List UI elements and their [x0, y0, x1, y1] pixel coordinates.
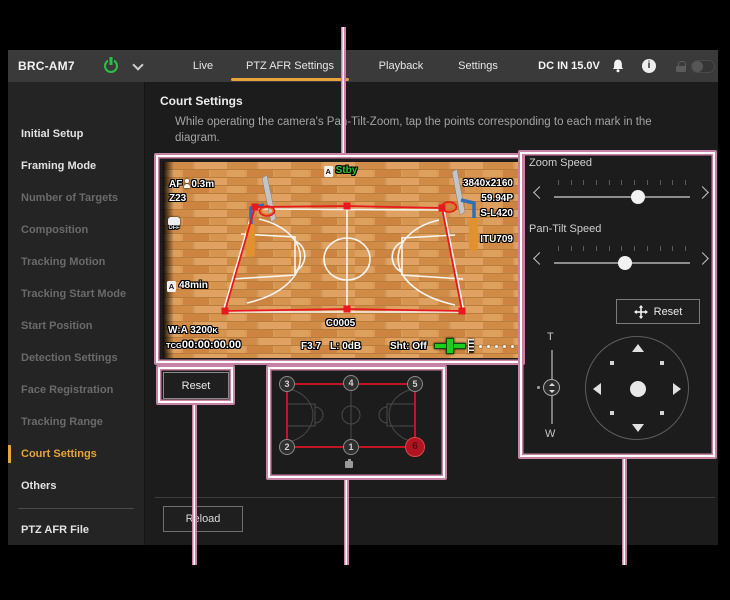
zoom-speed-increase-chevron[interactable] [696, 186, 709, 199]
sidebar-item-face-registration: Face Registration [21, 384, 114, 396]
focus-status: AF 0.3m [169, 179, 215, 190]
zoom-rocker-center-dot [537, 386, 540, 389]
sidebar-item-ptz-afr-file[interactable]: PTZ AFR File [8, 514, 144, 546]
white-balance: W:A 3200K [168, 325, 218, 336]
sidebar-item-court-settings[interactable]: Court Settings [8, 438, 144, 470]
info-icon[interactable]: i [642, 59, 656, 73]
app-window: BRC-AM7 Live PTZ AFR Settings Playback S… [8, 50, 718, 545]
joystick-upleft-dot[interactable] [610, 361, 614, 365]
power-icon[interactable] [104, 59, 118, 73]
point-1[interactable]: 1 [343, 439, 359, 455]
pan-tilt-speed-label: Pan-Tilt Speed [529, 223, 602, 235]
sidebar-divider [18, 508, 134, 509]
joystick-down-arrow[interactable] [632, 424, 644, 432]
lock-icon [676, 61, 686, 72]
zoom-speed-decrease-chevron[interactable] [533, 186, 546, 199]
frame-rate: 59.94P [481, 193, 513, 204]
court-point-diagram: 3 4 5 2 1 6 [273, 372, 443, 474]
sidebar-item-start-position: Start Position [21, 320, 93, 332]
sidebar-item-others[interactable]: Others [8, 470, 144, 502]
screenshot-stage: BRC-AM7 Live PTZ AFR Settings Playback S… [0, 0, 730, 600]
pan-tilt-reset-label: Reset [653, 305, 683, 318]
tele-label: T [547, 331, 554, 343]
point-6-selected[interactable]: 6 [405, 437, 425, 457]
media-remaining: A 48min [167, 280, 208, 292]
gamma: S-L420 [480, 208, 513, 219]
sidebar-item-tracking-start-mode: Tracking Start Mode [21, 288, 127, 300]
joystick-right-arrow[interactable] [673, 383, 681, 395]
pan-tilt-speed-thumb[interactable] [617, 256, 632, 270]
sidebar-item-tracking-motion: Tracking Motion [21, 256, 106, 268]
tab-ptz-afr-settings[interactable]: PTZ AFR Settings [231, 50, 349, 82]
joystick-left-arrow[interactable] [593, 383, 601, 395]
tab-live[interactable]: Live [178, 50, 228, 82]
zoom-speed-slider[interactable] [554, 180, 690, 204]
clip-number: C0005 [325, 318, 356, 329]
resolution: 3840x2160 [462, 178, 513, 189]
joystick-upright-dot[interactable] [660, 361, 664, 365]
card-slot-icon: A [323, 166, 333, 177]
sidebar-item-initial-setup[interactable]: Initial Setup [8, 118, 144, 150]
joystick-downright-dot[interactable] [660, 411, 664, 415]
audio-level-icon [434, 338, 466, 354]
pan-tilt-speed-ticks [558, 246, 686, 251]
zoom-rocker-thumb[interactable] [543, 379, 560, 396]
joystick-center-button[interactable] [630, 381, 646, 397]
face-priority-icon [183, 179, 190, 188]
camera-live-view[interactable]: A Stby AF 0.3m Z23 OFF A 48min C0005 W:A 32… [163, 162, 518, 358]
stabilizer-icon [168, 217, 180, 225]
pan-tilt-speed-slider[interactable] [554, 246, 690, 270]
pan-tilt-speed-increase-chevron[interactable] [696, 252, 709, 265]
focus-indicator-icon [468, 339, 474, 353]
pan-tilt-joystick[interactable] [585, 336, 689, 440]
shutter-status: Sht: Off [390, 341, 427, 352]
lock-toggle[interactable] [691, 60, 715, 73]
record-status: A Stby [323, 165, 358, 177]
indicator-dots [479, 345, 518, 348]
zoom-speed-label: Zoom Speed [529, 157, 592, 169]
notification-bell-icon[interactable] [610, 58, 626, 74]
device-name: BRC-AM7 [18, 59, 75, 73]
color-space: ITU709 [480, 234, 513, 245]
joystick-up-arrow[interactable] [632, 344, 644, 352]
point-5[interactable]: 5 [407, 376, 423, 392]
sidebar-item-tracking-range: Tracking Range [21, 416, 103, 428]
tab-settings[interactable]: Settings [449, 50, 507, 82]
sidebar-item-number-of-targets: Number of Targets [21, 192, 118, 204]
reload-button[interactable]: Reload [163, 506, 243, 532]
point-3[interactable]: 3 [279, 376, 295, 392]
zoom-position: Z23 [169, 193, 187, 204]
wide-label: W [545, 428, 556, 440]
page-title: Court Settings [160, 94, 243, 108]
power-source-status: DC IN 15.0V [538, 60, 600, 72]
timecode: TCG00:00:00.00 [166, 339, 242, 351]
camera-position-icon [345, 459, 357, 468]
court-reset-button[interactable]: Reset [163, 372, 229, 399]
pan-tilt-reset-button[interactable]: Reset [616, 299, 700, 324]
zoom-speed-ticks [558, 180, 686, 185]
move-cross-icon [633, 304, 648, 319]
sidebar-item-composition: Composition [21, 224, 89, 236]
iris-gain: F3.7 L: 0dB [301, 341, 362, 352]
point-4[interactable]: 4 [343, 375, 359, 391]
zoom-speed-thumb[interactable] [631, 190, 646, 204]
media-slot-icon: A [167, 281, 176, 292]
instruction-text: While operating the camera's Pan-Tilt-Zo… [175, 116, 652, 144]
settings-sidebar: Initial Setup Framing Mode Number of Tar… [8, 82, 145, 545]
zoom-speed-track [554, 196, 690, 198]
sidebar-item-detection-settings: Detection Settings [21, 352, 118, 364]
tab-playback[interactable]: Playback [371, 50, 431, 82]
point-2[interactable]: 2 [279, 439, 295, 455]
sidebar-item-framing-mode[interactable]: Framing Mode [8, 150, 144, 182]
pan-tilt-speed-decrease-chevron[interactable] [533, 252, 546, 265]
top-bar: BRC-AM7 Live PTZ AFR Settings Playback S… [8, 50, 718, 82]
footer-divider [155, 497, 715, 498]
chevron-down-icon[interactable] [132, 59, 144, 71]
joystick-downleft-dot[interactable] [610, 411, 614, 415]
stabilizer-status: OFF [168, 217, 180, 231]
